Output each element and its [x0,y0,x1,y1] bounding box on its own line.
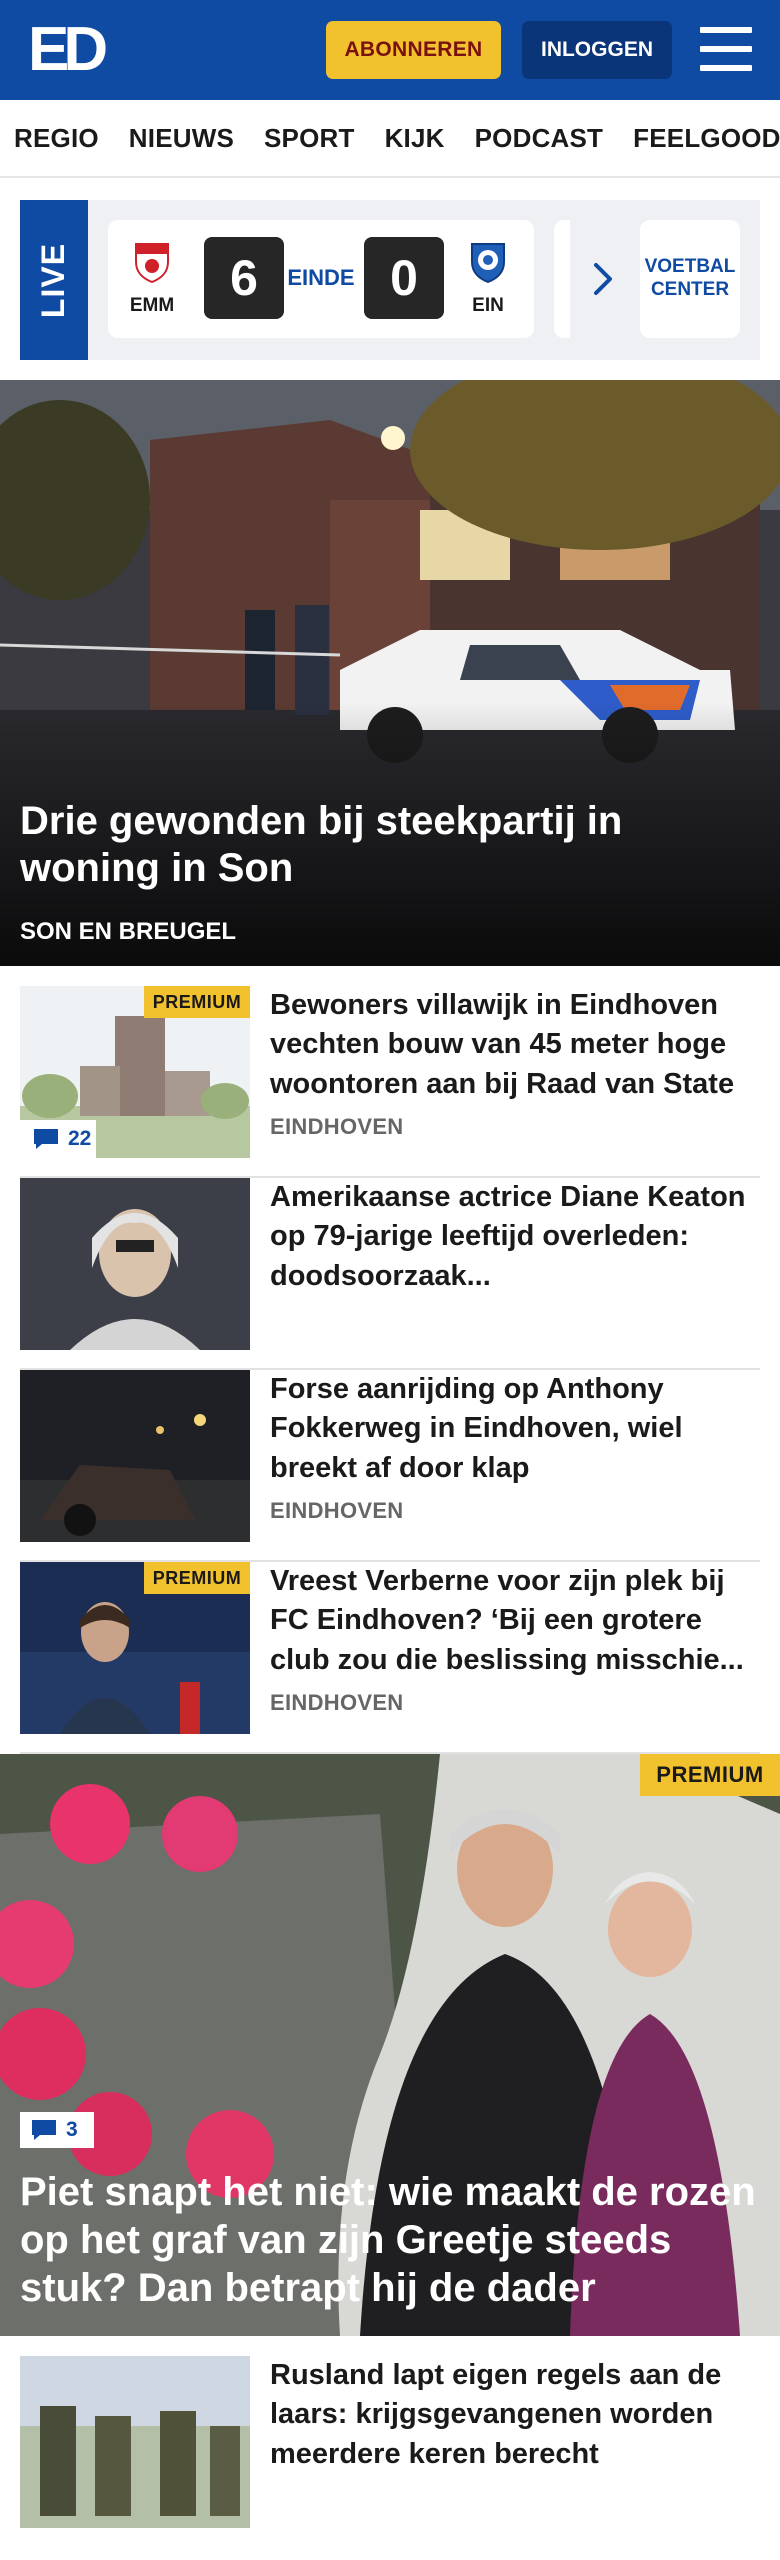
hero-location-tag: SON EN BREUGEL [20,918,237,945]
article-title[interactable]: Rusland lapt eigen regels aan de laars: … [270,2356,760,2474]
article-thumbnail [20,1178,250,1350]
comment-count[interactable]: 3 [20,2112,94,2148]
article-location-tag: EINDHOVEN [270,1114,404,1139]
article-item[interactable]: PREMIUM Vreest Verberne voor zijn plek b… [20,1562,760,1754]
article-thumbnail: PREMIUM [20,1562,250,1734]
away-score: 0 [364,237,444,319]
home-club: EMM [122,240,182,317]
article-thumbnail [20,1370,250,1542]
nav-item-kijk[interactable]: KIJK [385,123,445,154]
eindhoven-crest-icon [471,243,505,284]
nav-item-feelgood[interactable]: FEELGOOD [633,123,780,154]
article-location-tag: EINDHOVEN [270,1690,404,1715]
feature-title[interactable]: Piet snapt het niet: wie maakt de rozen … [20,2168,765,2312]
comment-count[interactable]: 22 [20,1120,96,1158]
nav-item-nieuws[interactable]: NIEUWS [129,123,234,154]
site-header: ED ABONNEREN INLOGGEN [0,0,780,100]
article-title[interactable]: Forse aanrijding op Anthony Fokkerweg in… [270,1370,760,1488]
login-button[interactable]: INLOGGEN [522,21,672,79]
match-card[interactable]: EMM 6 EINDE 0 EIN [108,220,534,338]
feature-article[interactable]: PREMIUM 3 Piet snapt het niet: wie maakt… [0,1754,780,2336]
logo-text: ED [28,15,108,84]
article-thumbnail [20,2356,250,2528]
premium-badge: PREMIUM [640,1754,780,1796]
hero-article[interactable]: Drie gewonden bij steekpartij in woning … [0,380,780,966]
ed-logo[interactable]: ED [28,15,118,84]
nav-item-sport[interactable]: SPORT [264,123,355,154]
nav-item-regio[interactable]: REGIO [14,123,99,154]
premium-badge: PREMIUM [144,986,250,1018]
article-item[interactable]: PREMIUM 22 Bewoners villawijk in Eindhov… [20,986,760,1178]
away-code: EIN [472,295,504,316]
comment-icon [32,2120,56,2140]
match-status: EINDE [287,265,355,290]
live-label: LIVE [20,200,88,360]
comment-icon [34,1129,58,1149]
home-score: 6 [204,237,284,319]
article-item[interactable]: Amerikaanse actrice Diane Keaton op 79-j… [20,1178,760,1370]
article-item[interactable]: Forse aanrijding op Anthony Fokkerweg in… [20,1370,760,1562]
next-match-card[interactable] [554,220,570,338]
live-scoreboard: LIVE EMM 6 EINDE 0 EIN VOETBAL CENTER [20,200,760,360]
voetbal-center-button[interactable]: VOETBAL CENTER [640,220,740,338]
article-location-tag: EINDHOVEN [270,1498,404,1523]
article-item[interactable]: Rusland lapt eigen regels aan de laars: … [20,2356,760,2548]
subscribe-button[interactable]: ABONNEREN [326,21,501,79]
away-club: EIN [458,240,518,317]
premium-badge: PREMIUM [144,1562,250,1594]
hero-title[interactable]: Drie gewonden bij steekpartij in woning … [20,798,740,892]
article-title[interactable]: Bewoners villawijk in Eindhoven vechten … [270,986,760,1104]
emmen-crest-icon [135,243,169,284]
section-nav: REGIO NIEUWS SPORT KIJK PODCAST FEELGOOD [0,100,780,178]
article-thumbnail: PREMIUM 22 [20,986,250,1158]
nav-item-podcast[interactable]: PODCAST [475,123,604,154]
home-code: EMM [129,295,175,316]
chevron-right-icon[interactable] [592,262,614,296]
article-title[interactable]: Amerikaanse actrice Diane Keaton op 79-j… [270,1178,760,1296]
article-title[interactable]: Vreest Verberne voor zijn plek bij FC Ei… [270,1562,760,1680]
hamburger-menu-icon[interactable] [700,27,752,71]
